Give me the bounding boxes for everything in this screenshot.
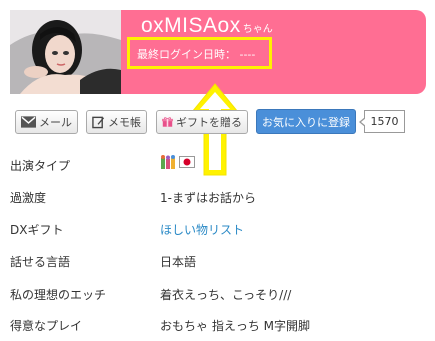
memo-button-label: メモ帳: [108, 116, 141, 129]
gift-button[interactable]: ギフトを贈る: [156, 110, 248, 134]
detail-row-play: 得意なプレイ おもちゃ 指えっち M字開脚: [10, 312, 430, 338]
detail-label: 過激度: [10, 191, 47, 205]
detail-label: 出演タイプ: [10, 159, 71, 173]
detail-label: 私の理想のエッチ: [10, 288, 107, 302]
detail-row-dxgift: DXギフト ほしい物リスト: [10, 216, 430, 242]
envelope-icon: [21, 116, 36, 128]
japan-flag-icon: [179, 156, 195, 168]
last-login-text: 最終ログイン日時： ----: [137, 48, 256, 61]
profile-name-row: oxMISAox ちゃん: [141, 14, 273, 38]
pencil-icon: [92, 116, 105, 129]
detail-row-intensity: 過激度 1-まずはお話から: [10, 184, 430, 210]
memo-button[interactable]: メモ帳: [86, 110, 147, 134]
detail-value: 1-まずはお話から: [160, 191, 256, 205]
avatar[interactable]: [10, 10, 121, 94]
favorite-count: 1570: [359, 110, 405, 133]
detail-row-type: 出演タイプ: [10, 152, 430, 178]
profile-name: oxMISAox: [141, 14, 241, 37]
detail-value: おもちゃ 指えっち M字開脚: [160, 319, 310, 333]
gift-button-label: ギフトを贈る: [176, 116, 242, 129]
favorite-button[interactable]: お気に入りに登録: [256, 109, 356, 134]
people-icon: [161, 155, 175, 169]
wishlist-link[interactable]: ほしい物リスト: [160, 221, 244, 238]
mail-button-label: メール: [39, 116, 72, 129]
detail-label: 話せる言語: [10, 255, 71, 269]
detail-value: 日本語: [160, 255, 197, 269]
detail-row-ideal: 私の理想のエッチ 着衣えっち、こっそり///: [10, 281, 430, 307]
mail-button[interactable]: メール: [15, 110, 78, 134]
gift-icon: [162, 117, 173, 127]
detail-label: DXギフト: [10, 223, 64, 237]
detail-row-language: 話せる言語 日本語: [10, 248, 430, 274]
profile-honorific: ちゃん: [242, 24, 273, 35]
detail-label: 得意なプレイ: [10, 319, 83, 333]
detail-value: 着衣えっち、こっそり///: [160, 288, 292, 302]
